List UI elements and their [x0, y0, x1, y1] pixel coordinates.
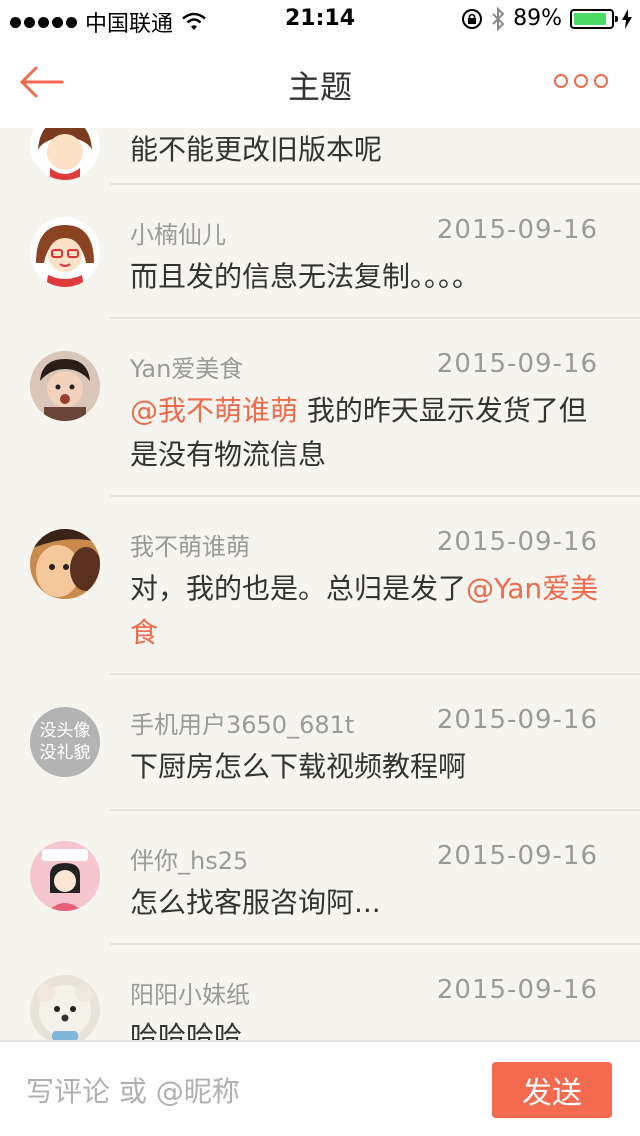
comment-list[interactable]: 能不能更改旧版本呢 小楠仙儿 2015-09-16 而且发的信息无法复制。。。。: [0, 128, 640, 1040]
comment-text: 哈哈哈哈: [130, 1020, 243, 1040]
battery-icon: [570, 8, 618, 29]
status-right: 89%: [461, 6, 632, 31]
dog-photo-avatar-icon: [30, 975, 100, 1040]
comment-item: 我不萌谁萌 2015-09-16 对，我的也是。总归是发了@Yan爱美食: [0, 497, 640, 673]
cartoon-girl-avatar-icon: [30, 128, 100, 180]
mention-link[interactable]: @我不萌谁萌: [130, 394, 298, 427]
avatar[interactable]: [30, 217, 100, 287]
default-avatar[interactable]: 没头像 没礼貌: [30, 707, 100, 777]
status-bar: 中国联通 21:14 89%: [0, 0, 640, 40]
comment-date: 2015-09-16: [436, 527, 598, 557]
comment-author[interactable]: 我不萌谁萌: [130, 527, 250, 562]
comment-date: 2015-09-16: [436, 975, 598, 1005]
cartoon-girl-avatar-icon: [30, 217, 100, 287]
battery-percent: 89%: [513, 6, 562, 31]
comment-text: 能不能更改旧版本呢: [130, 133, 383, 166]
comment-text: 而且发的信息无法复制。。。。: [130, 260, 481, 293]
cartoon-pink-avatar-icon: [30, 841, 100, 911]
avatar[interactable]: [30, 841, 100, 911]
comment-item: 没头像 没礼貌 手机用户3650_681t 2015-09-16 下厨房怎么下载…: [0, 675, 640, 809]
avatar[interactable]: [30, 351, 100, 421]
comment-date: 2015-09-16: [436, 349, 598, 379]
comment-author[interactable]: 小楠仙儿: [130, 215, 226, 250]
comment-text: 怎么找客服咨询阿...: [130, 886, 381, 919]
avatar[interactable]: [30, 975, 100, 1040]
bluetooth-icon: [492, 6, 505, 31]
comment-date: 2015-09-16: [436, 705, 598, 735]
comment-text: 下厨房怎么下载视频教程啊: [130, 750, 467, 783]
battery-fill: [574, 12, 607, 25]
comment-date: 2015-09-16: [436, 841, 598, 871]
comment-item: Yan爱美食 2015-09-16 @我不萌谁萌 我的昨天显示发货了但是没有物流…: [0, 319, 640, 495]
avatar[interactable]: [30, 529, 100, 599]
nav-bar: 主题: [0, 40, 640, 128]
comment-date: 2015-09-16: [436, 215, 598, 245]
avatar-text-line2: 没礼貌: [39, 743, 91, 763]
comment-composer: 发送: [0, 1040, 640, 1136]
comment-item: 小楠仙儿 2015-09-16 而且发的信息无法复制。。。。: [0, 185, 640, 319]
comment-body: 对，我的也是。总归是发了: [130, 572, 467, 605]
send-button[interactable]: 发送: [492, 1062, 612, 1118]
more-dots-icon[interactable]: [554, 74, 608, 88]
baby-photo-avatar-icon: [30, 351, 100, 421]
comment-item: 阳阳小妹纸 2015-09-16 哈哈哈哈: [0, 945, 640, 1040]
charging-icon: [622, 8, 632, 29]
child-photo-avatar-icon: [30, 529, 100, 599]
comment-item: 伴你_hs25 2015-09-16 怎么找客服咨询阿...: [0, 811, 640, 943]
comment-item: 能不能更改旧版本呢: [0, 128, 640, 184]
comment-author[interactable]: 阳阳小妹纸: [130, 975, 250, 1010]
avatar[interactable]: [30, 128, 100, 180]
comment-author[interactable]: Yan爱美食: [130, 349, 243, 384]
comment-author[interactable]: 伴你_hs25: [130, 841, 248, 876]
comment-text: 对，我的也是。总归是发了@Yan爱美食: [130, 567, 608, 655]
comment-input[interactable]: [24, 1068, 468, 1114]
avatar-text-line1: 没头像: [39, 721, 91, 741]
page-title: 主题: [287, 68, 352, 106]
rotation-lock-icon: [462, 8, 483, 29]
comment-text: @我不萌谁萌 我的昨天显示发货了但是没有物流信息: [130, 389, 608, 477]
comment-author[interactable]: 手机用户3650_681t: [130, 705, 354, 740]
